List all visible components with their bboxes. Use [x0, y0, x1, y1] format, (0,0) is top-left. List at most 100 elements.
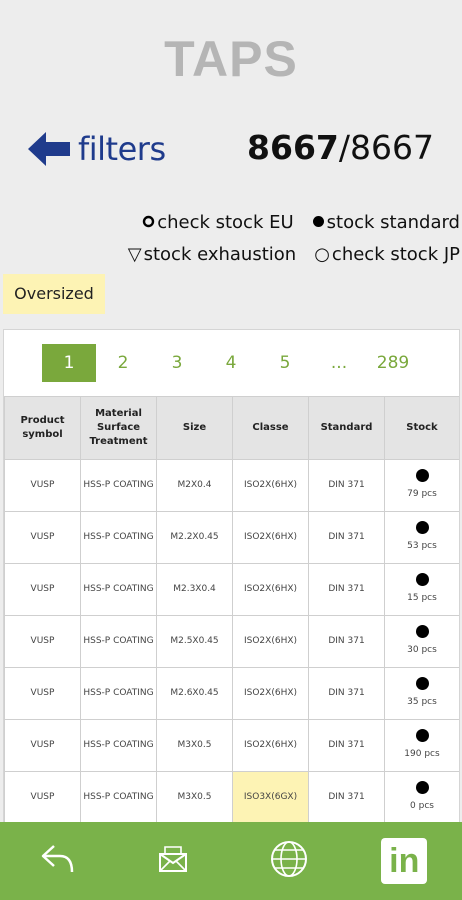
cell-classe: ISO3X(6GX) [232, 771, 309, 824]
cell-standard: DIN 371 [308, 667, 385, 720]
stock-standard-dot-icon [415, 729, 429, 742]
header-standard[interactable]: Standard [308, 396, 385, 460]
triangle-down-icon: ▽ [127, 244, 142, 265]
legend-check-eu: check stock EU [142, 212, 294, 233]
cell-size: M2.6X0.45 [156, 667, 233, 720]
cell-standard: DIN 371 [308, 719, 385, 772]
stock-quantity: 0 pcs [410, 801, 434, 811]
table-row[interactable]: VUSP HSS-P COATING M2.3X0.4 ISO2X(6HX) DIN 3… [4, 563, 459, 616]
header-product-symbol[interactable]: Product symbol [4, 396, 81, 460]
linkedin-icon: in [381, 838, 428, 884]
globe-icon [269, 839, 309, 883]
legend-standard-label: stock standard [326, 212, 460, 233]
cell-classe: ISO2X(6HX) [232, 667, 309, 720]
cell-standard: DIN 371 [308, 615, 385, 668]
stock-quantity: 15 pcs [407, 593, 437, 603]
table-row[interactable]: VUSP HSS-P COATING M2X0.4 ISO2X(6HX) DIN 371… [4, 459, 459, 512]
result-count-total: /8667 [338, 128, 434, 167]
cell-classe: ISO2X(6HX) [232, 563, 309, 616]
table-row[interactable]: VUSP HSS-P COATING M3X0.5 ISO3X(6GX) DIN 371… [4, 771, 459, 824]
stock-quantity: 79 pcs [407, 489, 437, 499]
cell-size: M2.3X0.4 [156, 563, 233, 616]
result-count-shown: 8667 [247, 128, 339, 167]
page-3[interactable]: 3 [150, 344, 204, 382]
cell-material: HSS-P COATING [80, 719, 157, 772]
filled-circle-icon [312, 212, 325, 233]
legend-check-jp: ○ check stock JP [314, 244, 460, 265]
stock-legend-row-1: check stock EU stock standard [142, 212, 460, 233]
cell-material: HSS-P COATING [80, 459, 157, 512]
cell-product-symbol: VUSP [4, 719, 81, 772]
legend-exhaustion-label: stock exhaustion [143, 244, 297, 265]
cell-standard: DIN 371 [308, 563, 385, 616]
cell-stock: 35 pcs [384, 667, 459, 720]
table-row[interactable]: VUSP HSS-P COATING M3X0.5 ISO2X(6HX) DIN 371… [4, 719, 459, 772]
page-5[interactable]: 5 [258, 344, 312, 382]
cell-stock: 79 pcs [384, 459, 459, 512]
stock-quantity: 53 pcs [407, 541, 437, 551]
stock-quantity: 35 pcs [407, 697, 437, 707]
table-row[interactable]: VUSP HSS-P COATING M2.5X0.45 ISO2X(6HX) DIN … [4, 615, 459, 668]
cell-classe: ISO2X(6HX) [232, 719, 309, 772]
page-last[interactable]: 289 [366, 344, 420, 382]
cell-material: HSS-P COATING [80, 667, 157, 720]
legend-check-eu-label: check stock EU [157, 212, 294, 233]
cell-product-symbol: VUSP [4, 511, 81, 564]
linkedin-button[interactable]: in [374, 831, 434, 891]
cell-size: M2.2X0.45 [156, 511, 233, 564]
back-to-filters-button[interactable]: filters [28, 130, 166, 168]
stock-quantity: 30 pcs [407, 645, 437, 655]
cell-material: HSS-P COATING [80, 615, 157, 668]
header-material[interactable]: Material Surface Treatment [80, 396, 157, 460]
stock-legend-row-2: ▽ stock exhaustion ○ check stock JP [128, 244, 460, 265]
stock-standard-dot-icon [415, 573, 429, 586]
stock-standard-dot-icon [415, 469, 429, 482]
page-title: TAPS [164, 31, 298, 87]
stock-standard-dot-icon [415, 781, 429, 794]
cell-size: M2.5X0.45 [156, 615, 233, 668]
email-button[interactable] [143, 831, 203, 891]
cell-product-symbol: VUSP [4, 459, 81, 512]
header-classe[interactable]: Classe [232, 396, 309, 460]
results-panel: 1 2 3 4 5 ... 289 Product symbol Materia… [3, 329, 460, 831]
stock-standard-dot-icon [415, 521, 429, 534]
open-bold-circle-icon [142, 212, 155, 233]
cell-standard: DIN 371 [308, 771, 385, 824]
header-stock[interactable]: Stock [384, 396, 459, 460]
table-row[interactable]: VUSP HSS-P COATING M2.6X0.45 ISO2X(6HX) DIN … [4, 667, 459, 720]
filter-chip-oversized[interactable]: Oversized [3, 274, 105, 314]
back-label: filters [78, 130, 166, 168]
arrow-left-icon [28, 132, 70, 166]
stock-standard-dot-icon [415, 677, 429, 690]
cell-classe: ISO2X(6HX) [232, 511, 309, 564]
cell-material: HSS-P COATING [80, 563, 157, 616]
cell-product-symbol: VUSP [4, 563, 81, 616]
cell-stock: 190 pcs [384, 719, 459, 772]
bottom-bar: in [0, 822, 462, 900]
cell-product-symbol: VUSP [4, 667, 81, 720]
legend-standard: stock standard [312, 212, 460, 233]
table-header-row: Product symbol Material Surface Treatmen… [4, 396, 459, 460]
stock-quantity: 190 pcs [404, 749, 440, 759]
share-back-button[interactable] [28, 831, 88, 891]
cell-standard: DIN 371 [308, 511, 385, 564]
cell-size: M3X0.5 [156, 771, 233, 824]
mail-icon [158, 845, 188, 877]
table-row[interactable]: VUSP HSS-P COATING M2.2X0.45 ISO2X(6HX) DIN … [4, 511, 459, 564]
header-size[interactable]: Size [156, 396, 233, 460]
result-count: 8667/8667 [247, 128, 434, 167]
legend-check-jp-label: check stock JP [331, 244, 460, 265]
page-2[interactable]: 2 [96, 344, 150, 382]
page-ellipsis: ... [330, 353, 348, 373]
cell-classe: ISO2X(6HX) [232, 459, 309, 512]
legend-exhaustion: ▽ stock exhaustion [128, 244, 296, 265]
cell-size: M3X0.5 [156, 719, 233, 772]
cell-stock: 30 pcs [384, 615, 459, 668]
page-4[interactable]: 4 [204, 344, 258, 382]
page-1[interactable]: 1 [42, 344, 96, 382]
website-button[interactable] [259, 831, 319, 891]
pagination: 1 2 3 4 5 ... 289 [42, 344, 420, 382]
reply-arrow-icon [40, 842, 76, 880]
cell-material: HSS-P COATING [80, 771, 157, 824]
cell-stock: 0 pcs [384, 771, 459, 824]
